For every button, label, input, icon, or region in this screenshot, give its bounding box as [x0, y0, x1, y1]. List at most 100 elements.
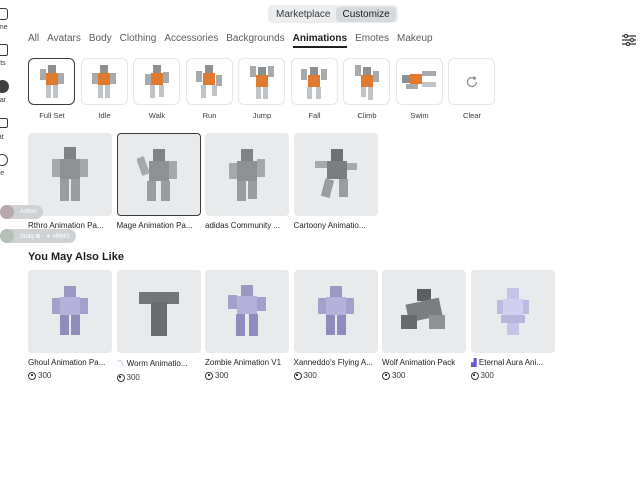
avatar-pose-icon: [290, 58, 338, 105]
home-icon[interactable]: [0, 8, 8, 20]
tab-makeup[interactable]: Makeup: [397, 32, 433, 46]
item-price: 300: [28, 371, 112, 380]
tab-clothing[interactable]: Clothing: [120, 32, 157, 46]
price-value: 300: [392, 371, 406, 380]
item-name: Zombie Animation V1: [205, 358, 282, 367]
charts-icon[interactable]: [0, 44, 8, 56]
rail-home-label[interactable]: ome: [0, 24, 8, 31]
item-thumbnail: [382, 270, 466, 353]
avatar-pose-icon: [185, 58, 233, 105]
price-value: 300: [480, 371, 494, 380]
rail-chat-label[interactable]: hat: [0, 134, 4, 141]
preset-run[interactable]: Run: [185, 58, 234, 120]
item-name: Wolf Animation Pack: [382, 358, 456, 367]
avatar-pose-icon: [395, 58, 443, 105]
robux-icon: [382, 371, 390, 380]
rail-more-label[interactable]: ore: [0, 170, 4, 177]
preset-idle[interactable]: Idle: [80, 58, 129, 120]
item-card[interactable]: Wolf Animation Pack 300: [382, 270, 466, 382]
preset-walk[interactable]: Walk: [133, 58, 181, 120]
item-thumbnail: [28, 270, 112, 353]
tab-all[interactable]: All: [28, 32, 39, 46]
chat-pill[interactable]: Ƨtoiq ✿ · ✦ #RMG: [0, 229, 76, 243]
more-icon[interactable]: [0, 154, 8, 166]
item-price: 300: [470, 371, 555, 380]
price-value: 300: [215, 371, 229, 380]
item-thumbnail: [116, 270, 201, 353]
animation-presets: Full Set Idle Walk Run Jump Fall Climb S…: [28, 58, 501, 120]
preset-label: Idle: [98, 111, 111, 120]
avatar-icon[interactable]: [0, 80, 9, 93]
robux-icon: [205, 371, 213, 380]
chat-avatar: [0, 229, 14, 243]
item-price: 300: [293, 371, 378, 380]
item-thumbnail: [28, 133, 112, 216]
preset-jump[interactable]: Jump: [238, 58, 286, 120]
item-name-text: Eternal Aura Ani...: [478, 358, 543, 367]
preset-label: Run: [202, 111, 217, 120]
customize-button[interactable]: Customize: [336, 6, 396, 22]
rail-charts-label[interactable]: arts: [0, 60, 6, 67]
preset-swim[interactable]: Swim: [395, 58, 444, 120]
preset-clear[interactable]: Clear: [448, 58, 496, 120]
item-card[interactable]: Mage Animation Pa...: [116, 133, 201, 230]
item-card[interactable]: adidas Community ...: [205, 133, 289, 230]
tab-body[interactable]: Body: [89, 32, 112, 46]
rail-avatar-label[interactable]: atar: [0, 97, 6, 104]
item-thumbnail: [293, 270, 378, 353]
avatar-pose-icon: [343, 58, 390, 105]
preset-label: Clear: [463, 111, 481, 120]
preset-label: Climb: [357, 111, 377, 120]
recommended-grid: Ghoul Animation Pa... 300 〽 Worm Animati…: [28, 270, 559, 382]
robux-icon: [28, 371, 36, 380]
robux-icon: [470, 371, 479, 380]
chat-pill[interactable]: Ashmi: [0, 205, 43, 219]
item-name: Cartoony Animatio...: [293, 221, 366, 230]
item-name: 〽 Worm Animatio...: [117, 358, 201, 369]
preset-full-set[interactable]: Full Set: [28, 58, 76, 120]
item-name: adidas Community ...: [205, 221, 281, 230]
robux-icon: [116, 373, 125, 382]
worm-icon: 〽: [116, 359, 125, 368]
preset-label: Swim: [410, 111, 429, 120]
avatar-pose-icon: [238, 58, 285, 105]
item-thumbnail: [470, 270, 555, 353]
price-value: 300: [38, 371, 52, 380]
tab-accessories[interactable]: Accessories: [164, 32, 218, 46]
filter-settings-icon[interactable]: [622, 34, 636, 46]
preset-climb[interactable]: Climb: [343, 58, 391, 120]
chat-icon[interactable]: [0, 118, 8, 128]
item-price: 300: [205, 371, 289, 380]
preset-label: Fall: [308, 111, 321, 120]
item-card[interactable]: Xanneddo's Flying A... 300: [293, 270, 378, 382]
price-value: 300: [126, 373, 140, 382]
chat-pill-text: Ashmi: [20, 209, 37, 215]
owned-animations-grid: Rthro Animation Pa... Mage Animation Pa.…: [28, 133, 382, 230]
tab-avatars[interactable]: Avatars: [47, 32, 81, 46]
preset-label: Walk: [148, 111, 166, 120]
tab-emotes[interactable]: Emotes: [355, 32, 389, 46]
mode-switch: Marketplace Customize: [268, 5, 398, 23]
item-card[interactable]: ▟ Eternal Aura Ani... 300: [470, 270, 555, 382]
robux-icon: [293, 371, 302, 380]
avatar-pose-icon: [80, 58, 128, 105]
item-card[interactable]: 〽 Worm Animatio... 300: [116, 270, 201, 382]
item-card[interactable]: Cartoony Animatio...: [293, 133, 378, 230]
avatar-pose-icon: [133, 58, 180, 105]
item-card[interactable]: Zombie Animation V1 300: [205, 270, 289, 382]
aura-icon: ▟: [470, 358, 477, 367]
preset-fall[interactable]: Fall: [290, 58, 339, 120]
tab-backgrounds[interactable]: Backgrounds: [226, 32, 284, 46]
item-name: ▟ Eternal Aura Ani...: [471, 358, 555, 367]
chat-pill-text: Ƨtoiq ✿ · ✦ #RMG: [20, 233, 70, 240]
preset-label: Jump: [252, 111, 272, 120]
item-price: 300: [116, 373, 201, 382]
marketplace-button[interactable]: Marketplace: [270, 7, 336, 22]
tab-animations[interactable]: Animations: [292, 32, 348, 48]
item-thumbnail: [205, 133, 289, 216]
item-name: Xanneddo's Flying A...: [293, 358, 373, 367]
item-card[interactable]: Ghoul Animation Pa... 300: [28, 270, 112, 382]
item-thumbnail: [205, 270, 289, 353]
left-nav-rail: ome arts atar hat ore: [0, 0, 22, 488]
chat-avatar: [0, 205, 14, 219]
